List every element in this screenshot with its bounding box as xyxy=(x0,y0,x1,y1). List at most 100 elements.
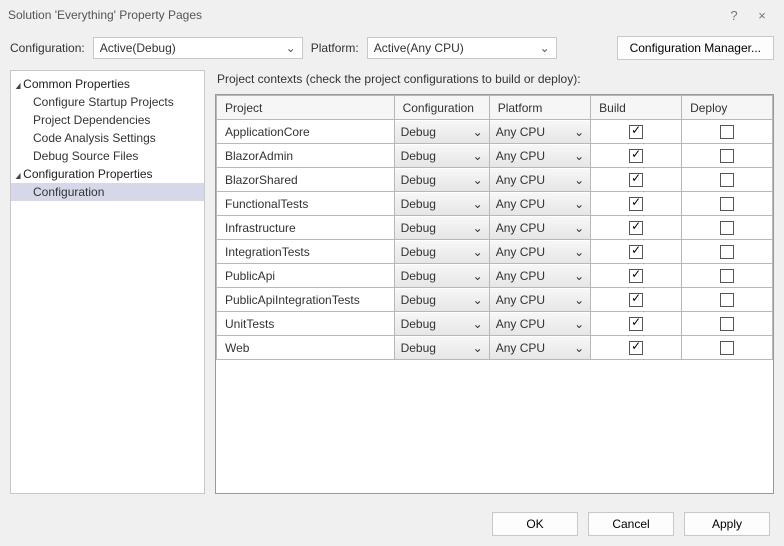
tree-item-debug-source[interactable]: Debug Source Files xyxy=(11,147,204,165)
cell-build xyxy=(591,240,682,264)
cell-project: ApplicationCore xyxy=(217,120,395,144)
cell-project: Infrastructure xyxy=(217,216,395,240)
close-button[interactable]: × xyxy=(748,8,776,23)
build-checkbox[interactable] xyxy=(629,245,643,259)
config-dropdown[interactable]: Debug⌄ xyxy=(395,313,489,335)
build-checkbox[interactable] xyxy=(629,293,643,307)
cell-platform: Any CPU⌄ xyxy=(489,192,590,216)
chevron-down-icon: ⌄ xyxy=(473,245,483,259)
config-dropdown[interactable]: Debug⌄ xyxy=(395,145,489,167)
deploy-checkbox[interactable] xyxy=(720,149,734,163)
platform-dropdown[interactable]: Any CPU⌄ xyxy=(490,121,590,143)
config-dropdown[interactable]: Debug⌄ xyxy=(395,337,489,359)
cell-project: FunctionalTests xyxy=(217,192,395,216)
col-deploy[interactable]: Deploy xyxy=(682,96,773,120)
platform-dropdown[interactable]: Active(Any CPU) ⌄ xyxy=(367,37,557,59)
cell-platform: Any CPU⌄ xyxy=(489,240,590,264)
config-dropdown[interactable]: Debug⌄ xyxy=(395,265,489,287)
tree-item-configuration[interactable]: Configuration xyxy=(11,183,204,201)
tree-item-code-analysis[interactable]: Code Analysis Settings xyxy=(11,129,204,147)
chevron-down-icon: ⌄ xyxy=(540,41,550,55)
cell-platform: Any CPU⌄ xyxy=(489,312,590,336)
col-platform[interactable]: Platform xyxy=(489,96,590,120)
window-title: Solution 'Everything' Property Pages xyxy=(8,8,720,22)
chevron-down-icon: ⌄ xyxy=(574,293,584,307)
config-dropdown[interactable]: Debug⌄ xyxy=(395,193,489,215)
configuration-dropdown[interactable]: Active(Debug) ⌄ xyxy=(93,37,303,59)
help-button[interactable]: ? xyxy=(720,8,748,23)
cell-deploy xyxy=(682,240,773,264)
cell-config: Debug⌄ xyxy=(394,144,489,168)
deploy-checkbox[interactable] xyxy=(720,341,734,355)
cancel-button[interactable]: Cancel xyxy=(588,512,674,536)
cell-project: PublicApi xyxy=(217,264,395,288)
cell-config: Debug⌄ xyxy=(394,312,489,336)
platform-dropdown[interactable]: Any CPU⌄ xyxy=(490,145,590,167)
tree-group-configprops[interactable]: Configuration Properties xyxy=(11,165,204,183)
deploy-checkbox[interactable] xyxy=(720,269,734,283)
platform-dropdown[interactable]: Any CPU⌄ xyxy=(490,169,590,191)
project-table-container: Project Configuration Platform Build Dep… xyxy=(215,94,774,494)
platform-dropdown[interactable]: Any CPU⌄ xyxy=(490,241,590,263)
build-checkbox[interactable] xyxy=(629,269,643,283)
tree-group-common[interactable]: Common Properties xyxy=(11,75,204,93)
cell-build xyxy=(591,168,682,192)
cell-deploy xyxy=(682,192,773,216)
tree-item-startup[interactable]: Configure Startup Projects xyxy=(11,93,204,111)
config-dropdown[interactable]: Debug⌄ xyxy=(395,217,489,239)
build-checkbox[interactable] xyxy=(629,173,643,187)
footer: OK Cancel Apply xyxy=(0,502,784,546)
table-row: IntegrationTestsDebug⌄Any CPU⌄ xyxy=(217,240,773,264)
build-checkbox[interactable] xyxy=(629,317,643,331)
build-checkbox[interactable] xyxy=(629,341,643,355)
cell-platform: Any CPU⌄ xyxy=(489,144,590,168)
apply-button[interactable]: Apply xyxy=(684,512,770,536)
cell-build xyxy=(591,144,682,168)
build-checkbox[interactable] xyxy=(629,125,643,139)
platform-dropdown[interactable]: Any CPU⌄ xyxy=(490,193,590,215)
cell-config: Debug⌄ xyxy=(394,264,489,288)
build-checkbox[interactable] xyxy=(629,221,643,235)
cell-config: Debug⌄ xyxy=(394,168,489,192)
cell-deploy xyxy=(682,312,773,336)
build-checkbox[interactable] xyxy=(629,149,643,163)
tree-item-dependencies[interactable]: Project Dependencies xyxy=(11,111,204,129)
platform-dropdown[interactable]: Any CPU⌄ xyxy=(490,217,590,239)
config-manager-button[interactable]: Configuration Manager... xyxy=(617,36,774,60)
deploy-checkbox[interactable] xyxy=(720,317,734,331)
deploy-checkbox[interactable] xyxy=(720,125,734,139)
cell-build xyxy=(591,120,682,144)
deploy-checkbox[interactable] xyxy=(720,173,734,187)
configuration-value: Active(Debug) xyxy=(100,41,176,55)
config-dropdown[interactable]: Debug⌄ xyxy=(395,169,489,191)
config-dropdown[interactable]: Debug⌄ xyxy=(395,289,489,311)
col-project[interactable]: Project xyxy=(217,96,395,120)
deploy-checkbox[interactable] xyxy=(720,245,734,259)
platform-dropdown[interactable]: Any CPU⌄ xyxy=(490,337,590,359)
build-checkbox[interactable] xyxy=(629,197,643,211)
titlebar: Solution 'Everything' Property Pages ? × xyxy=(0,0,784,30)
ok-button[interactable]: OK xyxy=(492,512,578,536)
config-dropdown[interactable]: Debug⌄ xyxy=(395,121,489,143)
cell-build xyxy=(591,264,682,288)
deploy-checkbox[interactable] xyxy=(720,221,734,235)
cell-config: Debug⌄ xyxy=(394,120,489,144)
table-header-row: Project Configuration Platform Build Dep… xyxy=(217,96,773,120)
chevron-down-icon: ⌄ xyxy=(574,197,584,211)
col-config[interactable]: Configuration xyxy=(394,96,489,120)
main-panel: Project contexts (check the project conf… xyxy=(215,70,774,494)
deploy-checkbox[interactable] xyxy=(720,293,734,307)
chevron-down-icon: ⌄ xyxy=(574,221,584,235)
col-build[interactable]: Build xyxy=(591,96,682,120)
platform-dropdown[interactable]: Any CPU⌄ xyxy=(490,313,590,335)
cell-platform: Any CPU⌄ xyxy=(489,120,590,144)
config-dropdown[interactable]: Debug⌄ xyxy=(395,241,489,263)
cell-config: Debug⌄ xyxy=(394,288,489,312)
deploy-checkbox[interactable] xyxy=(720,197,734,211)
cell-project: BlazorShared xyxy=(217,168,395,192)
cell-deploy xyxy=(682,216,773,240)
cell-build xyxy=(591,192,682,216)
table-row: ApplicationCoreDebug⌄Any CPU⌄ xyxy=(217,120,773,144)
platform-dropdown[interactable]: Any CPU⌄ xyxy=(490,289,590,311)
platform-dropdown[interactable]: Any CPU⌄ xyxy=(490,265,590,287)
